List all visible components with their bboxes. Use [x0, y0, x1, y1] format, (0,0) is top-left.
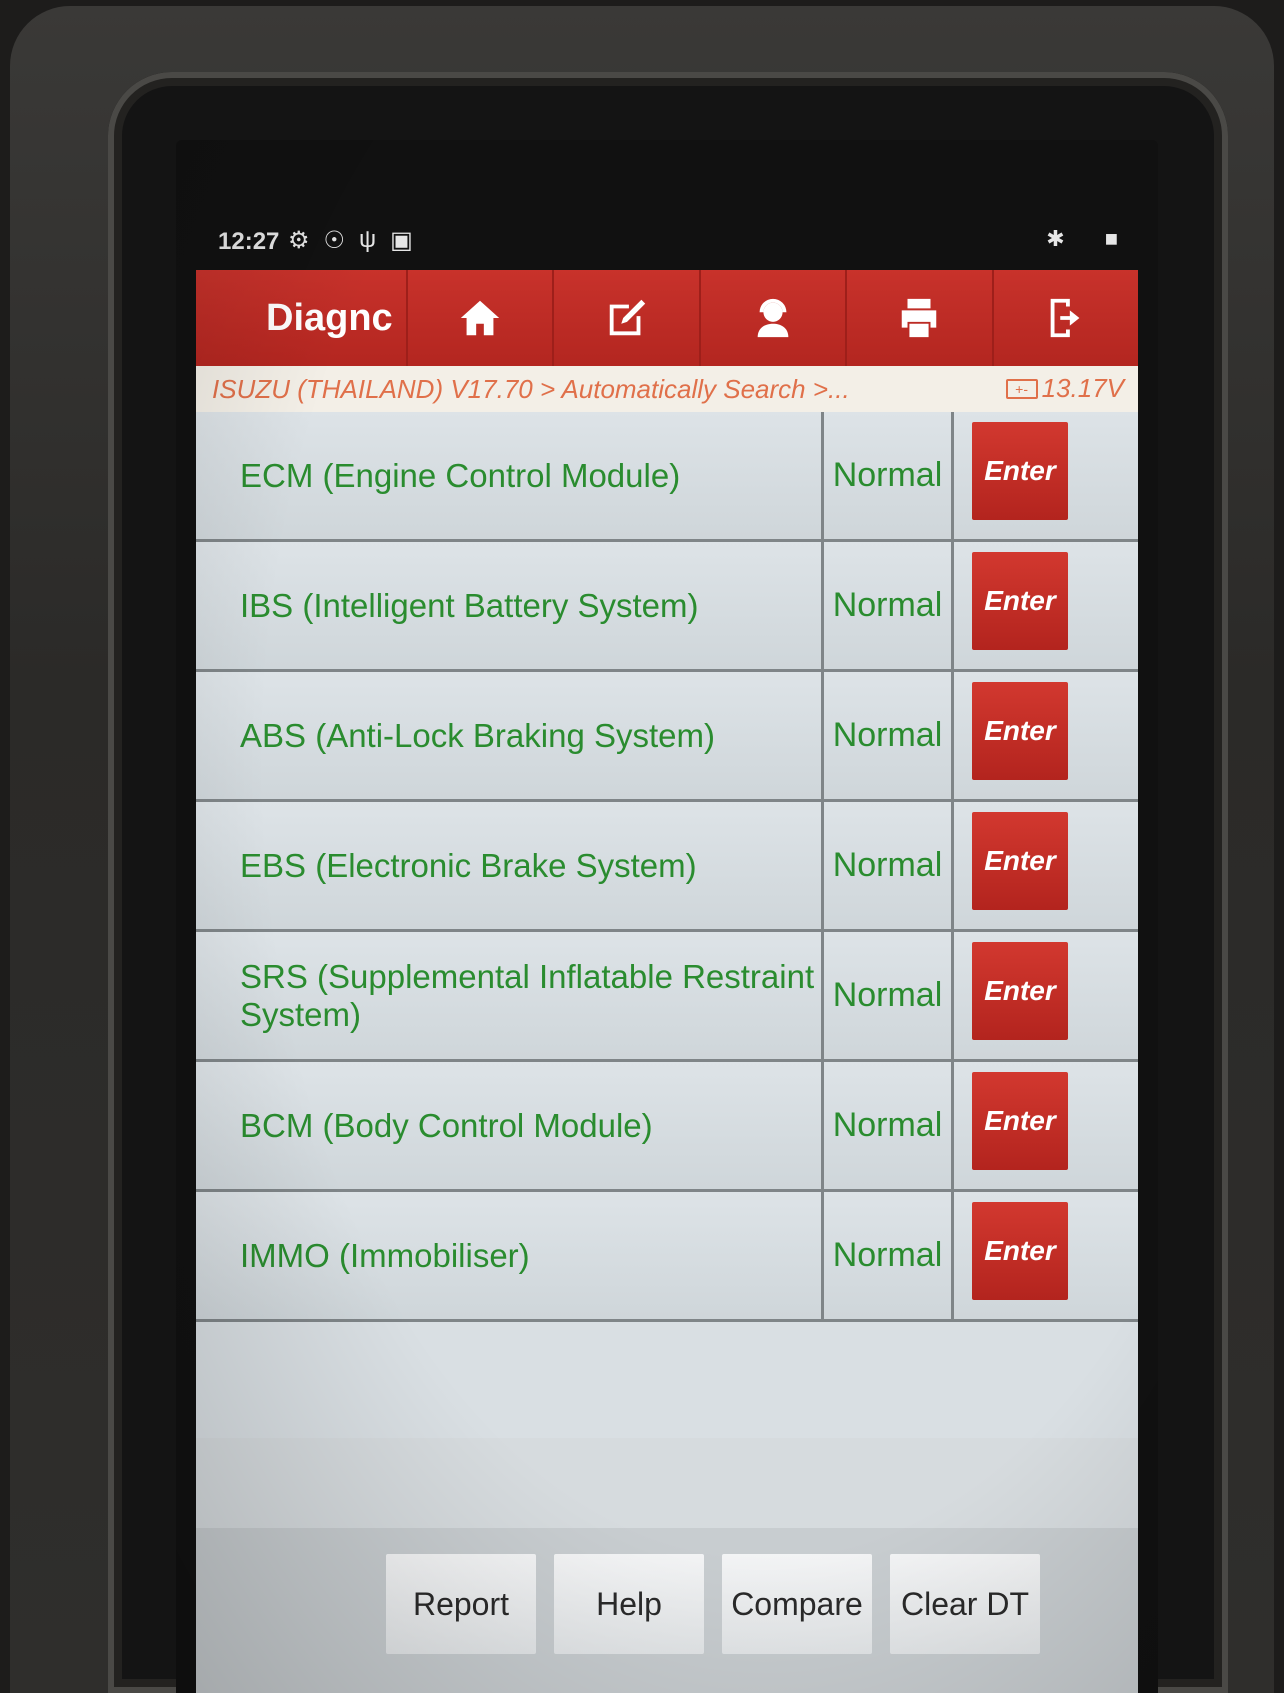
status-time: 12:27	[218, 228, 280, 255]
system-name: SRS (Supplemental Inflatable Restraint S…	[196, 932, 824, 1059]
clear-dtc-button[interactable]: Clear DT	[890, 1554, 1040, 1654]
system-name: EBS (Electronic Brake System)	[196, 802, 824, 929]
edit-icon	[609, 299, 645, 336]
system-name: ECM (Engine Control Module)	[196, 412, 824, 539]
support-icon	[757, 298, 789, 338]
voltage-value: 13.17V	[1041, 373, 1124, 403]
usb-icon: ψ	[359, 226, 377, 253]
print-button[interactable]	[845, 270, 991, 366]
enter-button[interactable]: Enter	[972, 552, 1068, 650]
print-icon	[902, 298, 937, 338]
system-name: IMMO (Immobiliser)	[196, 1192, 824, 1319]
chrome-icon: ☉	[323, 227, 346, 254]
exit-button[interactable]	[991, 270, 1138, 366]
system-name: ABS (Anti-Lock Braking System)	[196, 672, 824, 799]
table-row: SRS (Supplemental Inflatable Restraint S…	[196, 932, 1138, 1062]
table-row: EBS (Electronic Brake System) Normal Ent…	[196, 802, 1138, 932]
edit-button[interactable]	[552, 270, 698, 366]
battery-voltage-icon: +-	[1005, 378, 1038, 399]
enter-button[interactable]: Enter	[972, 422, 1068, 520]
breadcrumb: ISUZU (THAILAND) V17.70 > Automatically …	[196, 366, 1138, 412]
system-status: Normal	[824, 932, 954, 1059]
help-button[interactable]: Help	[554, 1554, 704, 1654]
battery-icon: ■	[1104, 226, 1118, 251]
page-title: Diagnc	[266, 296, 393, 339]
image-icon: ▣	[390, 227, 413, 254]
exit-icon	[1050, 298, 1080, 338]
app-header: Diagnc	[196, 270, 1138, 366]
enter-button[interactable]: Enter	[972, 682, 1068, 780]
home-icon	[461, 300, 500, 336]
system-name: BCM (Body Control Module)	[196, 1062, 824, 1189]
table-row: ABS (Anti-Lock Braking System) Normal En…	[196, 672, 1138, 802]
system-list: ECM (Engine Control Module) Normal Enter…	[196, 412, 1138, 1438]
table-row: ECM (Engine Control Module) Normal Enter	[196, 412, 1138, 542]
enter-button[interactable]: Enter	[972, 1072, 1068, 1170]
screen: 12:27 ⚙ ☉ ψ ▣ ✱ ■ Diagnc ISUZU (THAILAND…	[176, 140, 1158, 1693]
gear-icon: ⚙	[288, 227, 310, 254]
status-bar: 12:27 ⚙ ☉ ψ ▣ ✱ ■	[176, 220, 1158, 264]
compare-button[interactable]: Compare	[722, 1554, 872, 1654]
system-status: Normal	[824, 802, 954, 929]
report-button[interactable]: Report	[386, 1554, 536, 1654]
enter-button[interactable]: Enter	[972, 1202, 1068, 1300]
voltage-indicator: +- 13.17V	[1005, 373, 1124, 404]
system-status: Normal	[824, 1062, 954, 1189]
system-status: Normal	[824, 542, 954, 669]
table-row: IBS (Intelligent Battery System) Normal …	[196, 542, 1138, 672]
table-row: BCM (Body Control Module) Normal Enter	[196, 1062, 1138, 1192]
system-status: Normal	[824, 412, 954, 539]
table-row: IMMO (Immobiliser) Normal Enter	[196, 1192, 1138, 1322]
enter-button[interactable]: Enter	[972, 942, 1068, 1040]
bottom-toolbar: Report Help Compare Clear DT	[196, 1438, 1138, 1693]
enter-button[interactable]: Enter	[972, 812, 1068, 910]
system-status: Normal	[824, 1192, 954, 1319]
breadcrumb-path: ISUZU (THAILAND) V17.70 > Automatically …	[212, 373, 850, 404]
system-status: Normal	[824, 672, 954, 799]
system-name: IBS (Intelligent Battery System)	[196, 542, 824, 669]
bluetooth-icon: ✱	[1046, 226, 1065, 251]
home-button[interactable]	[406, 270, 552, 366]
support-button[interactable]	[698, 270, 845, 366]
